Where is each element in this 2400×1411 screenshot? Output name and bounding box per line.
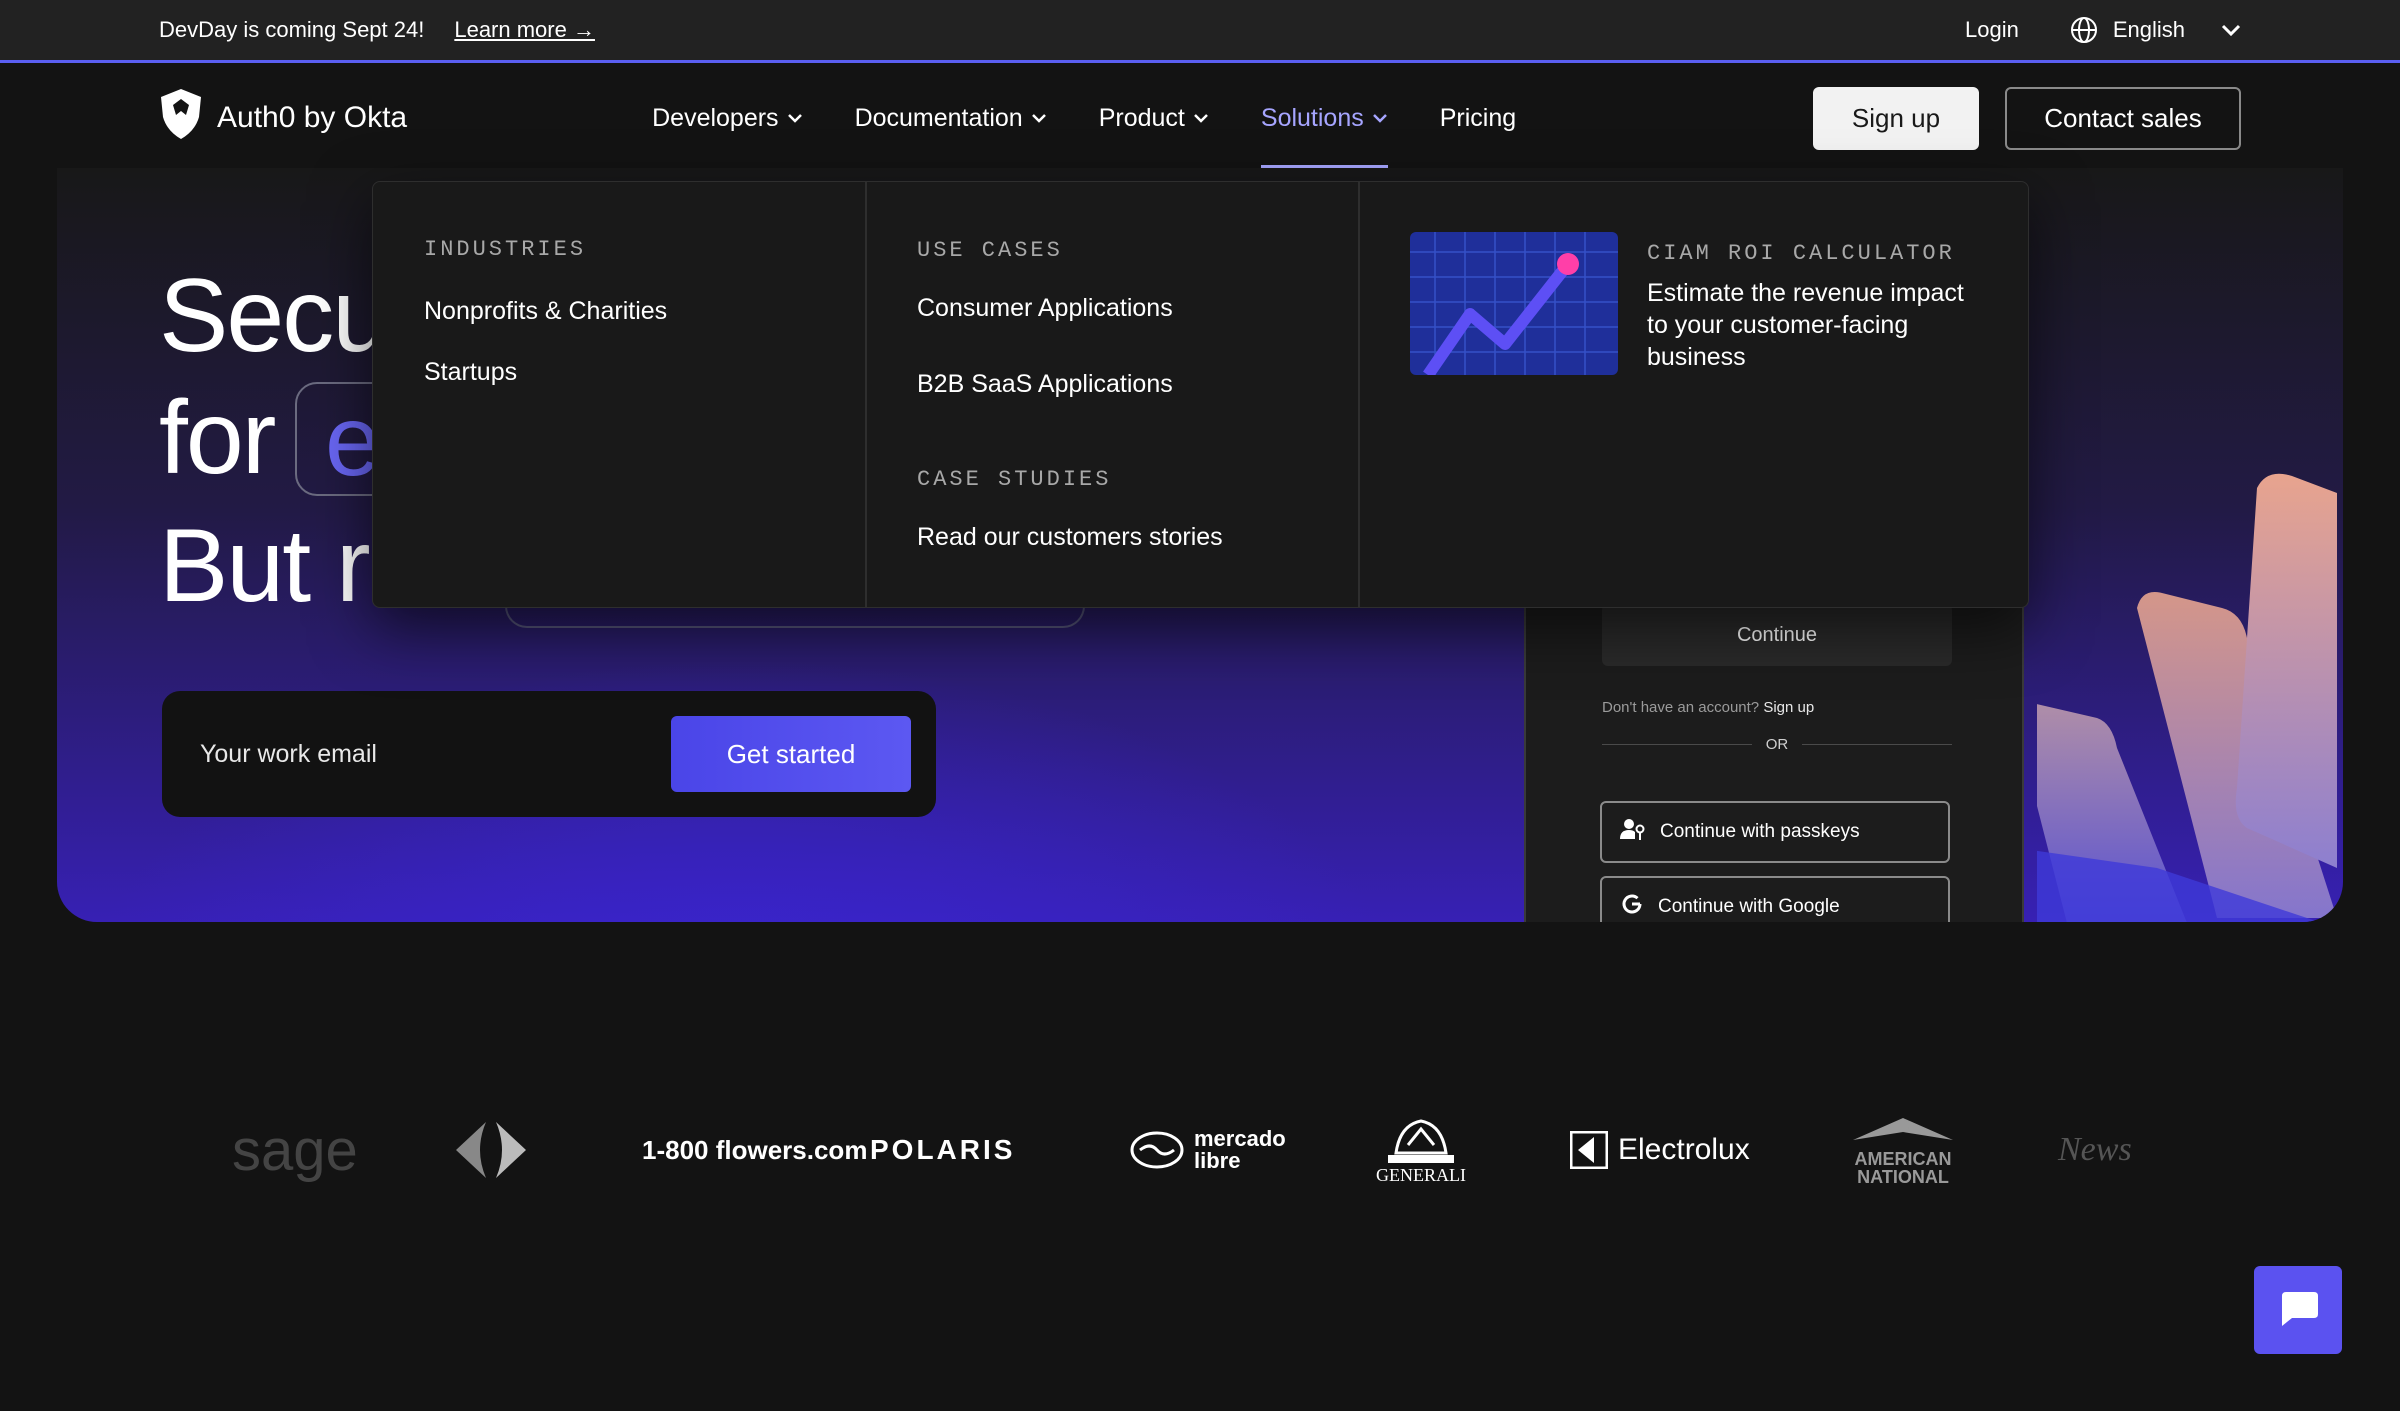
chevron-down-icon bbox=[787, 114, 802, 123]
no-account-text: Don't have an account? Sign up bbox=[1602, 699, 1814, 716]
main-navigation: Auth0 by Okta Developers Documentation P… bbox=[0, 66, 2400, 170]
use-cases-heading: USE CASES bbox=[917, 238, 1063, 263]
chevron-down-icon bbox=[1031, 114, 1046, 123]
logo-1800flowers: 1-800 flowers.com bbox=[642, 1100, 867, 1200]
nav-solutions-label: Solutions bbox=[1260, 103, 1364, 132]
nav-pricing-label: Pricing bbox=[1439, 103, 1517, 132]
hero-heading-line-2: for bbox=[159, 380, 276, 496]
auth0-logo[interactable]: Auth0 by Okta bbox=[159, 87, 407, 149]
logo-news: News bbox=[2058, 1100, 2132, 1200]
primary-menu: Developers Documentation Product Solutio… bbox=[652, 66, 1516, 170]
get-started-button[interactable]: Get started bbox=[671, 716, 911, 792]
nav-documentation[interactable]: Documentation bbox=[855, 66, 1047, 170]
or-label: OR bbox=[1765, 736, 1789, 753]
logo-news-text: News bbox=[2058, 1131, 2132, 1168]
google-icon bbox=[1620, 892, 1644, 922]
learn-more-link[interactable]: Learn more → bbox=[454, 17, 595, 43]
brand-name: Auth0 by Okta bbox=[217, 101, 408, 134]
hero-heading-line-3: But r bbox=[159, 508, 371, 624]
language-selector[interactable]: English bbox=[2069, 15, 2241, 45]
login-link[interactable]: Login bbox=[1965, 17, 2019, 43]
logo-american-national: AMERICAN NATIONAL bbox=[1838, 1100, 1968, 1200]
nav-pricing[interactable]: Pricing bbox=[1440, 66, 1516, 170]
promo-description: Estimate the revenue impact to your cust… bbox=[1647, 279, 1964, 371]
card-signup-link[interactable]: Sign up bbox=[1763, 699, 1814, 716]
logo-sage-text: sage bbox=[232, 1117, 358, 1183]
or-divider: OR bbox=[1602, 736, 1952, 753]
google-button[interactable]: Continue with Google bbox=[1600, 876, 1950, 922]
use-cases-column: USE CASES Consumer Applications B2B SaaS… bbox=[867, 182, 1360, 607]
continue-button[interactable]: Continue bbox=[1602, 604, 1952, 666]
nav-solutions[interactable]: Solutions bbox=[1260, 66, 1388, 170]
chevron-down-icon bbox=[1372, 114, 1387, 123]
link-nonprofits[interactable]: Nonprofits & Charities bbox=[424, 297, 667, 326]
link-customer-stories[interactable]: Read our customers stories bbox=[917, 523, 1223, 552]
decorative-glass-panes bbox=[2037, 473, 2337, 922]
login-card-preview: Continue Don't have an account? Sign up … bbox=[1524, 588, 2024, 922]
work-email-input[interactable]: Your work email bbox=[200, 740, 377, 769]
passkeys-label: Continue with passkeys bbox=[1660, 821, 1860, 842]
customer-logos: sage 1-800 flowers.com POLARIS mercado l… bbox=[0, 1100, 2400, 1200]
google-label: Continue with Google bbox=[1658, 896, 1840, 917]
solutions-dropdown: INDUSTRIES Nonprofits & Charities Startu… bbox=[372, 181, 2029, 608]
announcement-text: DevDay is coming Sept 24! bbox=[159, 17, 425, 42]
chat-bubble-icon bbox=[2276, 1288, 2320, 1333]
passkeys-button[interactable]: Continue with passkeys bbox=[1600, 801, 1950, 863]
logo-polaris: POLARIS bbox=[870, 1100, 1015, 1200]
signup-button[interactable]: Sign up bbox=[1813, 86, 1979, 150]
logo-1800flowers-text: 1-800 flowers.com bbox=[642, 1134, 868, 1165]
logo-electrolux: Electrolux bbox=[1570, 1100, 1750, 1200]
announcement-bar: DevDay is coming Sept 24! Learn more → L… bbox=[0, 0, 2400, 63]
nav-developers[interactable]: Developers bbox=[652, 66, 802, 170]
logo-polaris-text: POLARIS bbox=[870, 1134, 1016, 1165]
nav-documentation-label: Documentation bbox=[854, 103, 1023, 132]
logo-american-national-text: AMERICAN NATIONAL bbox=[1854, 1149, 1952, 1187]
hero-heading-line-1: Secu bbox=[159, 258, 390, 374]
link-consumer-applications[interactable]: Consumer Applications bbox=[917, 294, 1173, 323]
language-label: English bbox=[2112, 17, 2185, 42]
link-startups[interactable]: Startups bbox=[424, 358, 517, 387]
logo-electrolux-text: Electrolux bbox=[1618, 1133, 1750, 1166]
industries-heading: INDUSTRIES bbox=[424, 237, 587, 262]
logo-sage: sage bbox=[232, 1100, 358, 1200]
logo-carrefour bbox=[446, 1100, 536, 1200]
promo-column[interactable]: CIAM ROI CALCULATOR Estimate the revenue… bbox=[1360, 182, 2028, 607]
chevron-down-icon bbox=[2221, 24, 2241, 36]
email-signup-form: Your work email Get started bbox=[162, 691, 936, 817]
nav-product[interactable]: Product bbox=[1099, 66, 1209, 170]
logo-generali: GENERALI bbox=[1376, 1100, 1466, 1200]
case-studies-heading: CASE STUDIES bbox=[917, 467, 1112, 492]
roi-chart-image bbox=[1410, 232, 1618, 375]
link-b2b-saas[interactable]: B2B SaaS Applications bbox=[917, 370, 1173, 399]
logo-mercado-libre: mercado libre bbox=[1130, 1100, 1286, 1200]
nav-developers-label: Developers bbox=[652, 103, 779, 132]
logo-mercado-libre-text: mercado libre bbox=[1194, 1126, 1286, 1173]
user-key-icon bbox=[1620, 817, 1646, 847]
logo-generali-text: GENERALI bbox=[1376, 1164, 1466, 1185]
nav-product-label: Product bbox=[1098, 103, 1185, 132]
globe-icon bbox=[2069, 15, 2099, 45]
industries-column: INDUSTRIES Nonprofits & Charities Startu… bbox=[373, 182, 867, 607]
chat-launcher-button[interactable] bbox=[2254, 1266, 2342, 1354]
promo-heading: CIAM ROI CALCULATOR bbox=[1647, 241, 1955, 266]
contact-sales-button[interactable]: Contact sales bbox=[2005, 86, 2241, 150]
no-account-label: Don't have an account? bbox=[1602, 699, 1760, 716]
chevron-down-icon bbox=[1194, 114, 1208, 123]
shield-icon bbox=[159, 87, 203, 149]
